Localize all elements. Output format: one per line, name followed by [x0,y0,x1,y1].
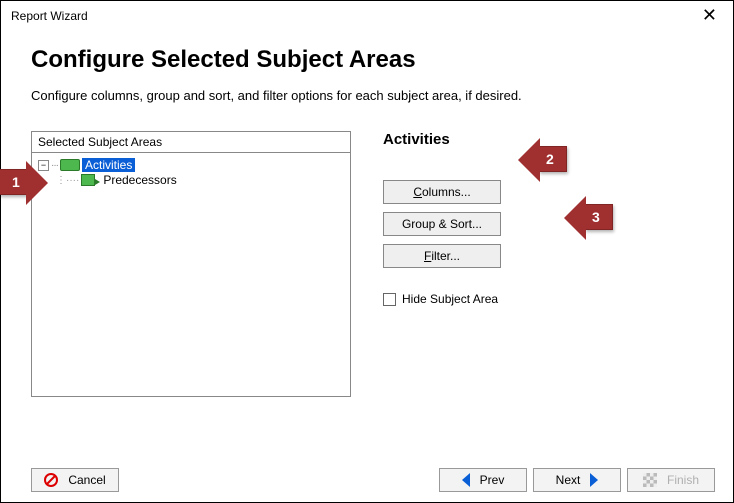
filter-button[interactable]: Filter... [383,244,501,268]
tree-label-activities: Activities [82,158,135,172]
prev-button[interactable]: Prev [439,468,527,492]
filter-label: ilter... [431,249,460,263]
next-label: ext [564,473,580,487]
config-buttons: Columns... Group & Sort... Filter... [383,180,501,268]
arrow-left-icon [462,473,470,487]
tree-node-predecessors[interactable]: ⋮···· Predecessors [56,173,344,187]
columns-button[interactable]: Columns... [383,180,501,204]
tree-node-activities[interactable]: − ··· Activities [38,158,344,172]
finish-button: Finish [627,468,715,492]
hide-subject-area-checkbox[interactable] [383,293,396,306]
prev-label: rev [488,473,505,487]
close-icon[interactable]: ✕ [696,5,723,26]
page-heading: Configure Selected Subject Areas [31,46,703,74]
tree-label-predecessors: Predecessors [103,173,176,187]
nav-buttons: Prev Next Finish [439,468,715,492]
tree-connector: ··· [51,160,58,171]
page-subtitle: Configure columns, group and sort, and f… [31,88,703,103]
selected-area-title: Activities [383,131,501,148]
finish-label: Finish [667,473,699,487]
cancel-button[interactable]: Cancel [31,468,119,492]
tree-child-connector: ⋮···· [56,175,79,186]
subject-area-tree[interactable]: − ··· Activities ⋮···· Predecessors [31,153,351,397]
right-panel: Activities Columns... Group & Sort... Fi… [383,131,501,397]
cancel-icon [44,473,58,487]
next-button[interactable]: Next [533,468,621,492]
predecessors-icon [81,174,95,186]
columns-label: olumns... [422,185,471,199]
activities-icon [60,159,80,171]
wizard-button-bar: Cancel Prev Next Finish [31,468,715,492]
hide-subject-area-row[interactable]: Hide Subject Area [383,292,501,306]
finish-icon [643,473,657,487]
group-sort-label: Group & Sort... [402,217,482,231]
tree-header: Selected Subject Areas [31,131,351,153]
titlebar: Report Wizard ✕ [1,1,733,26]
arrow-right-icon [590,473,598,487]
hide-subject-area-label: Hide Subject Area [402,292,498,306]
cancel-label: Cancel [68,473,105,487]
group-sort-button[interactable]: Group & Sort... [383,212,501,236]
window-title: Report Wizard [11,9,88,23]
content-area: Configure Selected Subject Areas Configu… [1,26,733,397]
main-area: Selected Subject Areas − ··· Activities … [31,131,703,397]
subject-area-panel: Selected Subject Areas − ··· Activities … [31,131,351,397]
tree-collapse-icon[interactable]: − [38,160,49,171]
